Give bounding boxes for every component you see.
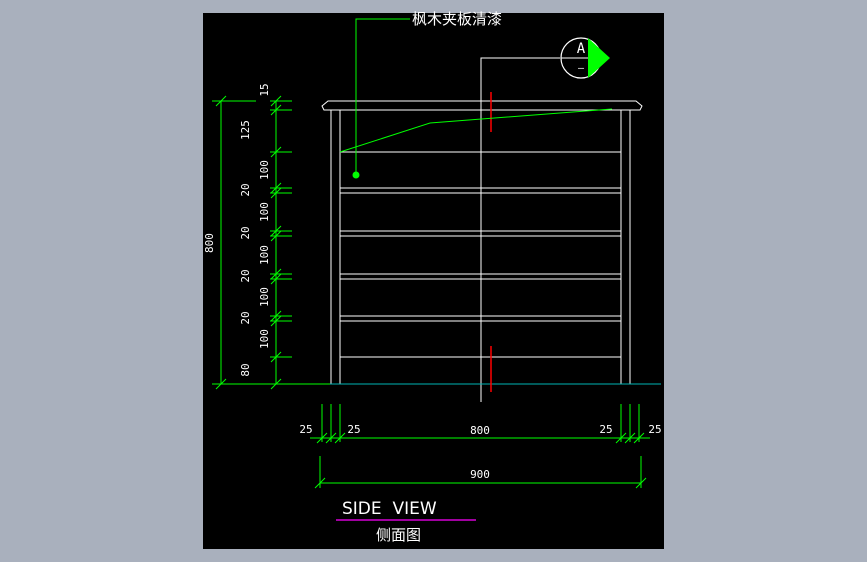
dim-label: 100 (258, 287, 271, 307)
dim-label: 80 (239, 363, 252, 376)
dim-label: 20 (239, 269, 252, 282)
dim-label-overall-width: 900 (470, 468, 490, 481)
vertical-dimensions (212, 95, 330, 390)
view-title: SIDE VIEW 侧面图 (336, 499, 476, 544)
leader-annotation (339, 18, 613, 179)
left-post (330, 109, 341, 385)
dim-label: 25 (347, 423, 360, 436)
dim-label: 125 (239, 120, 252, 140)
dim-label: 15 (258, 83, 271, 96)
title-chinese: 侧面图 (376, 526, 421, 544)
horizontal-dim-labels: 25 25 800 25 25 900 (299, 423, 661, 481)
cabinet-side-view (321, 57, 643, 402)
panel-outline (339, 108, 613, 153)
dim-label: 25 (599, 423, 612, 436)
leader-dot (352, 171, 360, 179)
section-marker: A — (560, 37, 610, 79)
dim-label: 800 (470, 424, 490, 437)
section-marker-sheet: — (578, 63, 585, 74)
dim-label: 25 (648, 423, 661, 436)
dim-label-overall-height: 800 (203, 233, 216, 253)
section-marker-letter: A (577, 41, 586, 57)
dim-label: 100 (258, 160, 271, 180)
right-post (620, 109, 631, 385)
dim-label: 20 (239, 226, 252, 239)
title-english: SIDE VIEW (342, 499, 437, 519)
dim-label: 20 (239, 311, 252, 324)
vertical-dim-labels: 800 15 125 100 20 100 20 100 20 100 20 1… (203, 83, 271, 376)
dim-label: 100 (258, 329, 271, 349)
dim-label: 25 (299, 423, 312, 436)
leader-text: 枫木夹板清漆 (412, 10, 502, 28)
section-arrow-icon (588, 38, 610, 78)
cad-drawing: 枫木夹板清漆 A — 800 15 125 100 20 100 20 100 … (203, 10, 662, 544)
dim-label: 100 (258, 245, 271, 265)
top-board (321, 100, 643, 111)
dim-label: 20 (239, 183, 252, 196)
dim-label: 100 (258, 202, 271, 222)
